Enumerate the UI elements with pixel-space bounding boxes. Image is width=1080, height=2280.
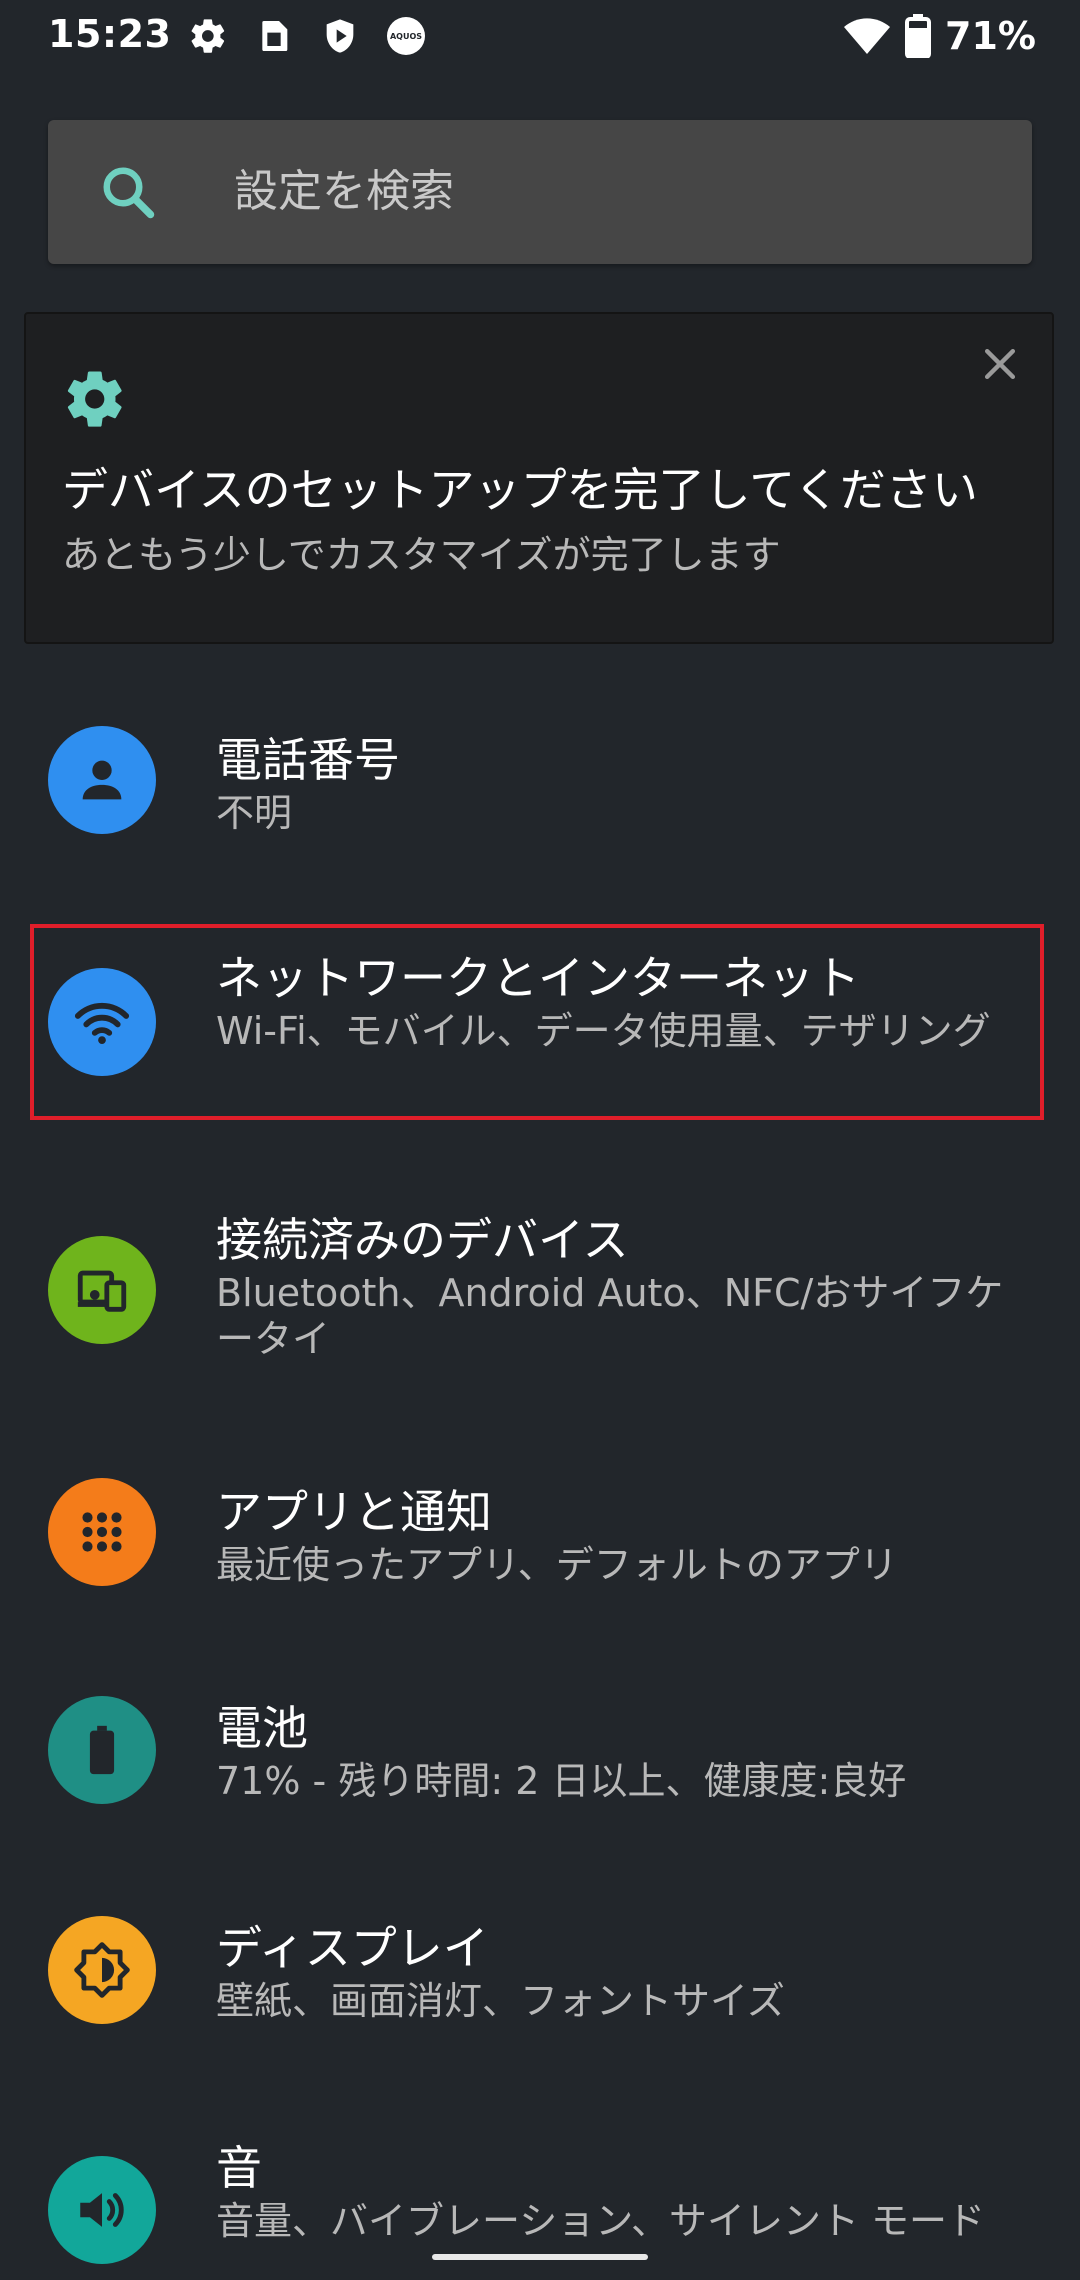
wifi-icon: [844, 18, 891, 54]
apps-icon-circle: [48, 1478, 156, 1586]
highlight-box: [30, 924, 1044, 1120]
settings-item-title: 接続済みのデバイス: [216, 1213, 629, 1267]
settings-item-title: 電話番号: [216, 733, 400, 787]
battery-icon-circle: [48, 1696, 156, 1804]
setup-suggestion-card[interactable]: デバイスのセットアップを完了してください あともう少しでカスタマイズが完了します: [24, 312, 1054, 644]
settings-item-title: 音: [216, 2141, 262, 2195]
gear-icon: [191, 19, 225, 53]
display-icon-circle: [48, 1916, 156, 2024]
search-icon: [103, 167, 155, 219]
devices-icon-circle: [48, 1236, 156, 1344]
settings-item-connected-devices[interactable]: 接続済みのデバイス Bluetooth、Android Auto、NFC/おサイ…: [0, 1190, 1080, 1390]
settings-item-subtitle: 不明: [216, 791, 293, 835]
settings-item-phone-number[interactable]: 電話番号 不明: [0, 690, 1080, 860]
aquos-icon: AQUOS: [387, 17, 425, 55]
status-time: 15:23: [48, 12, 172, 56]
settings-item-display[interactable]: ディスプレイ 壁紙、画面消灯、フォントサイズ: [0, 1880, 1080, 2070]
battery-percentage: 71%: [945, 14, 1036, 58]
apps-grid-icon: [82, 1512, 122, 1552]
person-icon: [82, 760, 122, 800]
sim-icon: [262, 21, 288, 51]
battery-icon: [905, 14, 932, 58]
aquos-logo-text: AQUOS: [390, 32, 422, 41]
settings-item-subtitle: 音量、バイブレーション、サイレント モード: [216, 2199, 986, 2243]
settings-item-subtitle: Bluetooth、Android Auto、NFC/おサイフケータイ: [216, 1271, 1004, 1361]
settings-item-title: ディスプレイ: [216, 1921, 489, 1975]
settings-item-apps-notifications[interactable]: アプリと通知 最近使ったアプリ、デフォルトのアプリ: [0, 1440, 1080, 1630]
settings-item-subtitle: 壁紙、画面消灯、フォントサイズ: [216, 1979, 785, 2023]
settings-item-battery[interactable]: 電池 71% - 残り時間: 2 日以上、健康度:良好: [0, 1660, 1080, 1850]
settings-item-title: 電池: [216, 1701, 308, 1755]
status-right: 71%: [843, 12, 1036, 60]
search-bar[interactable]: 設定を検索: [48, 120, 1032, 264]
status-bar: 15:23 AQUOS 71%: [0, 0, 1080, 72]
shield-icon: [326, 19, 354, 53]
settings-item-title: アプリと通知: [216, 1485, 492, 1539]
settings-item-subtitle: 71% - 残り時間: 2 日以上、健康度:良好: [216, 1759, 907, 1803]
brightness-icon: [74, 1942, 130, 1998]
sound-icon-circle: [48, 2156, 156, 2264]
devices-icon: [77, 1270, 127, 1312]
volume-icon: [80, 2193, 124, 2227]
setup-card-title: デバイスのセットアップを完了してください: [62, 463, 978, 517]
gear-icon: [67, 371, 122, 427]
settings-item-subtitle: 最近使ったアプリ、デフォルトのアプリ: [216, 1543, 898, 1587]
gesture-nav-handle[interactable]: [432, 2254, 648, 2260]
close-icon[interactable]: [978, 342, 1022, 386]
battery-icon: [89, 1725, 115, 1775]
setup-card-subtitle: あともう少しでカスタマイズが完了します: [62, 533, 781, 577]
phone-number-icon-circle: [48, 726, 156, 834]
search-placeholder: 設定を検索: [234, 166, 454, 217]
